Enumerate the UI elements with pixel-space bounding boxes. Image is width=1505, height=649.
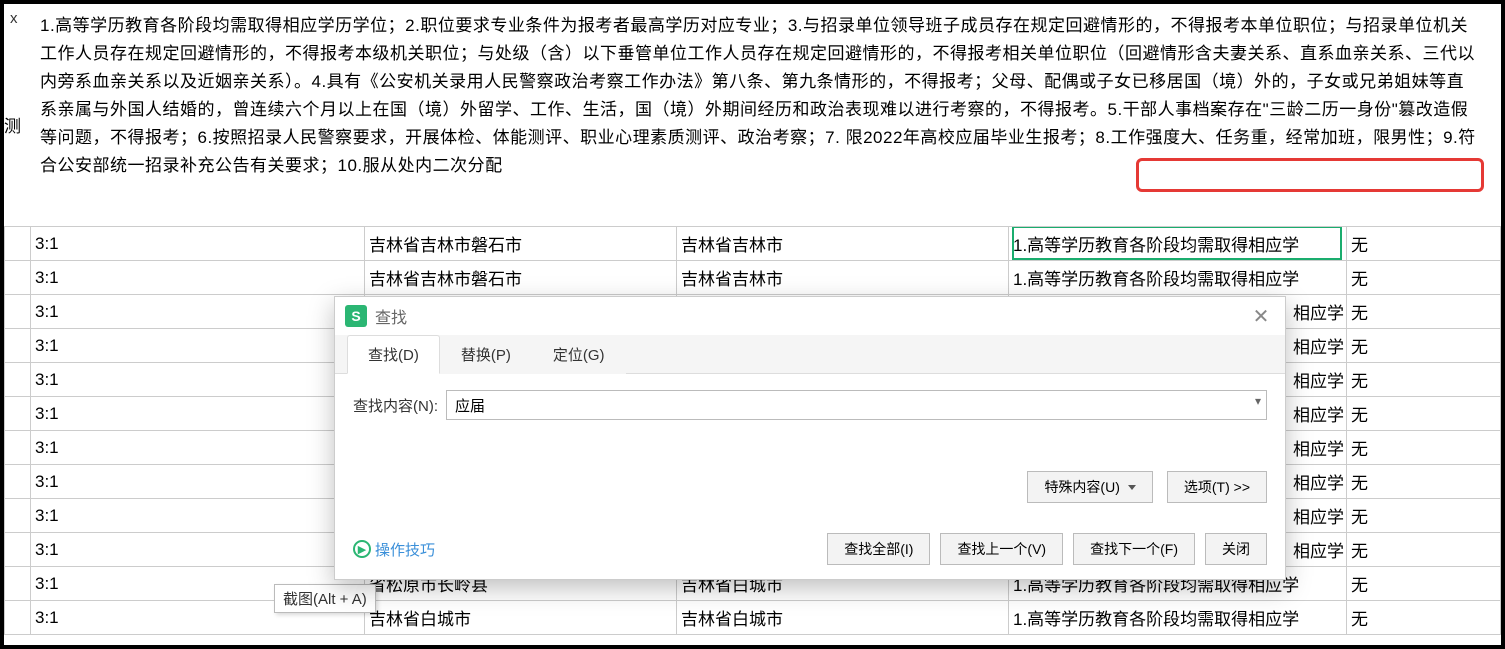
cell[interactable] (5, 363, 31, 397)
close-icon[interactable]: ✕ (1247, 302, 1275, 330)
cell[interactable]: 1.高等学历教育各阶段均需取得相应学 (1009, 601, 1347, 635)
table-row[interactable]: 3:1吉林省吉林市磐石市吉林省吉林市1.高等学历教育各阶段均需取得相应学无 (5, 227, 1501, 261)
table-row[interactable]: 3:1吉林省白城市吉林省白城市1.高等学历教育各阶段均需取得相应学无 (5, 601, 1501, 635)
cell[interactable]: 无 (1347, 227, 1501, 261)
cell[interactable]: 3:1 (31, 431, 365, 465)
cell[interactable]: 无 (1347, 533, 1501, 567)
left-column-header: 测 (4, 112, 21, 137)
cell[interactable]: 无 (1347, 295, 1501, 329)
cell[interactable] (5, 227, 31, 261)
app-logo-icon: S (345, 305, 367, 327)
cell[interactable]: 3:1 (31, 499, 365, 533)
special-content-button[interactable]: 特殊内容(U) (1027, 471, 1152, 503)
cell[interactable]: 3:1 (31, 363, 365, 397)
cell[interactable] (5, 601, 31, 635)
tab-goto[interactable]: 定位(G) (532, 335, 626, 374)
cell[interactable]: 无 (1347, 567, 1501, 601)
cell[interactable]: 吉林省白城市 (677, 601, 1009, 635)
tab-find[interactable]: 查找(D) (347, 335, 440, 374)
table-row[interactable]: 3:1吉林省吉林市磐石市吉林省吉林市1.高等学历教育各阶段均需取得相应学无 (5, 261, 1501, 295)
options-button[interactable]: 选项(T) >> (1167, 471, 1267, 503)
find-all-button[interactable]: 查找全部(I) (827, 533, 930, 565)
tips-label: 操作技巧 (375, 539, 435, 560)
play-icon: ▶ (353, 540, 371, 558)
cell[interactable]: 1.高等学历教育各阶段均需取得相应学 (1009, 261, 1347, 295)
cell[interactable]: 3:1 (31, 397, 365, 431)
find-input[interactable] (446, 390, 1267, 420)
cell[interactable]: 3:1 (31, 295, 365, 329)
dialog-tabstrip: 查找(D) 替换(P) 定位(G) (335, 335, 1285, 374)
formula-bar-cancel[interactable]: x (4, 10, 18, 27)
cell[interactable]: 吉林省吉林市磐石市 (365, 227, 677, 261)
cell[interactable] (5, 261, 31, 295)
cell[interactable] (5, 295, 31, 329)
cell[interactable]: 无 (1347, 329, 1501, 363)
find-input-label: 查找内容(N): (353, 395, 438, 416)
cell[interactable] (5, 329, 31, 363)
cell[interactable]: 3:1 (31, 227, 365, 261)
cell-expanded-text: 1.高等学历教育各阶段均需取得相应学历学位；2.职位要求专业条件为报考者最高学历… (34, 10, 1483, 182)
cell[interactable]: 无 (1347, 499, 1501, 533)
cell[interactable]: 1.高等学历教育各阶段均需取得相应学 (1009, 227, 1347, 261)
cell[interactable] (5, 397, 31, 431)
cell[interactable]: 3:1 (31, 533, 365, 567)
dialog-titlebar[interactable]: S 查找 ✕ (335, 297, 1285, 335)
cell[interactable]: 吉林省白城市 (365, 601, 677, 635)
dialog-title: 查找 (375, 304, 407, 328)
cell[interactable] (5, 465, 31, 499)
cell[interactable] (5, 533, 31, 567)
cell[interactable]: 3:1 (31, 329, 365, 363)
cell[interactable]: 无 (1347, 431, 1501, 465)
tab-replace[interactable]: 替换(P) (440, 335, 532, 374)
tips-link[interactable]: ▶ 操作技巧 (353, 539, 435, 560)
cell[interactable]: 吉林省吉林市磐石市 (365, 261, 677, 295)
cell[interactable] (5, 499, 31, 533)
cell[interactable]: 无 (1347, 465, 1501, 499)
screenshot-tooltip: 截图(Alt + A) (274, 584, 376, 613)
cell[interactable]: 3:1 (31, 261, 365, 295)
cell[interactable]: 无 (1347, 397, 1501, 431)
cell[interactable]: 无 (1347, 601, 1501, 635)
close-button[interactable]: 关闭 (1205, 533, 1267, 565)
find-next-button[interactable]: 查找下一个(F) (1073, 533, 1195, 565)
find-dialog: S 查找 ✕ 查找(D) 替换(P) 定位(G) 查找内容(N): ▾ 特殊内容… (334, 296, 1286, 580)
cell[interactable]: 吉林省吉林市 (677, 261, 1009, 295)
cell[interactable] (5, 431, 31, 465)
cell[interactable]: 吉林省吉林市 (677, 227, 1009, 261)
cell[interactable]: 3:1 (31, 465, 365, 499)
cell[interactable]: 无 (1347, 261, 1501, 295)
cell[interactable] (5, 567, 31, 601)
cell[interactable]: 无 (1347, 363, 1501, 397)
find-prev-button[interactable]: 查找上一个(V) (940, 533, 1063, 565)
